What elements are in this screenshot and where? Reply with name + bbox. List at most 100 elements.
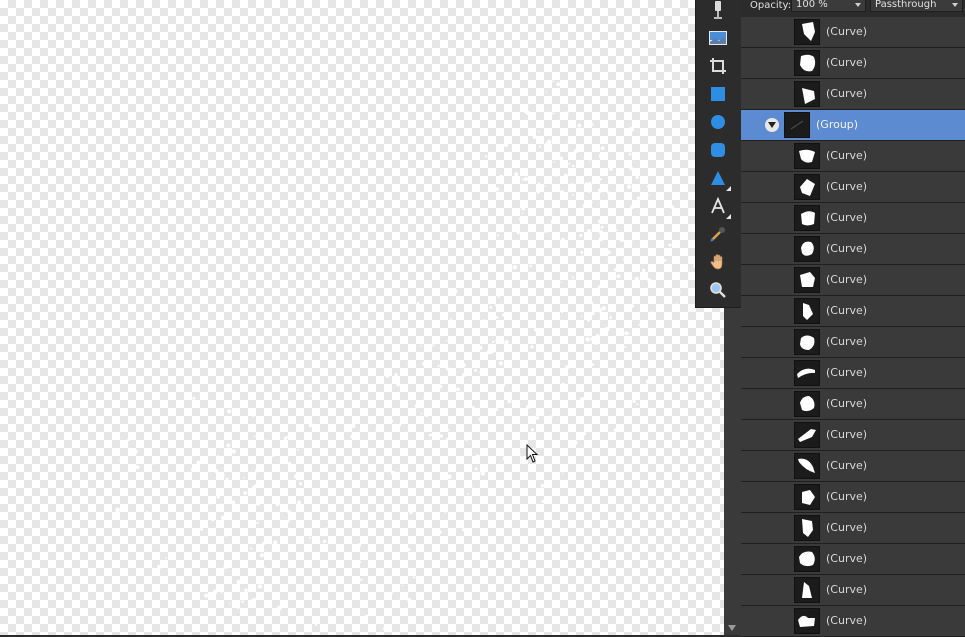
layers-list: (Curve) (Curve) (Curve) (Group) (Curve) (Curv… bbox=[741, 17, 965, 637]
artwork-fragment bbox=[228, 602, 231, 605]
artwork-fragment bbox=[632, 399, 636, 404]
mouse-cursor-icon bbox=[526, 444, 539, 463]
layer-name: (Curve) bbox=[826, 180, 868, 193]
layer-row[interactable]: (Curve) bbox=[741, 265, 965, 296]
artwork-fragment bbox=[424, 571, 427, 574]
artwork-fragment bbox=[598, 153, 604, 159]
artwork-fragment bbox=[494, 304, 497, 307]
artwork-fragment bbox=[660, 179, 665, 184]
artwork-fragment bbox=[407, 598, 412, 603]
artwork-fragment bbox=[308, 422, 314, 428]
artwork-fragment bbox=[526, 404, 531, 409]
artwork-fragment bbox=[636, 196, 641, 200]
artwork-fragment bbox=[564, 111, 569, 116]
layer-row[interactable]: (Curve) bbox=[741, 544, 965, 575]
layer-row[interactable]: (Curve) bbox=[741, 482, 965, 513]
layer-row[interactable]: (Curve) bbox=[741, 575, 965, 606]
layer-thumbnail bbox=[794, 50, 820, 76]
layer-name: (Curve) bbox=[826, 211, 868, 224]
artwork-fragment bbox=[648, 194, 650, 196]
artwork-fragment bbox=[636, 403, 639, 406]
layer-row[interactable]: (Curve) bbox=[741, 17, 965, 48]
artwork-fragment bbox=[495, 339, 498, 342]
artwork-fragment bbox=[296, 462, 298, 464]
artwork-fragment bbox=[450, 230, 453, 233]
triangle-tool-icon[interactable] bbox=[705, 165, 731, 191]
artwork-fragment bbox=[391, 592, 394, 595]
rounded-rectangle-tool-icon[interactable] bbox=[705, 137, 731, 163]
artwork-fragment bbox=[521, 178, 524, 181]
layer-row[interactable]: (Curve) bbox=[741, 451, 965, 482]
scroll-down-arrow-icon[interactable] bbox=[728, 625, 736, 631]
layer-row[interactable]: (Curve) bbox=[741, 513, 965, 544]
artwork-fragment bbox=[223, 564, 228, 569]
color-picker-tool-icon[interactable] bbox=[705, 221, 731, 247]
artwork-fragment bbox=[145, 499, 147, 501]
artwork-fragment bbox=[581, 254, 583, 256]
artwork-fragment bbox=[422, 361, 427, 367]
artwork-fragment bbox=[561, 382, 566, 388]
opacity-dropdown[interactable]: 100 % bbox=[791, 0, 866, 12]
layer-row-group[interactable]: (Group) bbox=[741, 110, 965, 141]
artwork-fragment bbox=[559, 190, 565, 196]
artwork-fragment bbox=[521, 212, 524, 215]
layer-row[interactable]: (Curve) bbox=[741, 234, 965, 265]
artwork-fragment bbox=[648, 236, 650, 238]
artwork-fragment bbox=[592, 125, 594, 127]
layer-row[interactable]: (Curve) bbox=[741, 203, 965, 234]
artwork-fragment bbox=[478, 417, 482, 421]
layer-name: (Curve) bbox=[826, 397, 868, 410]
layer-row[interactable]: (Curve) bbox=[741, 389, 965, 420]
layer-row[interactable]: (Curve) bbox=[741, 420, 965, 451]
layer-row[interactable]: (Curve) bbox=[741, 172, 965, 203]
layer-thumbnail bbox=[794, 205, 820, 231]
zoom-tool-icon[interactable] bbox=[705, 277, 731, 303]
layer-row[interactable]: (Curve) bbox=[741, 141, 965, 172]
artwork-fragment bbox=[489, 306, 493, 309]
layer-row[interactable]: (Curve) bbox=[741, 606, 965, 637]
artwork-fragment bbox=[536, 190, 540, 194]
layer-row[interactable]: (Curve) bbox=[741, 296, 965, 327]
canvas[interactable] bbox=[0, 0, 724, 635]
crop-tool-icon[interactable] bbox=[705, 53, 731, 79]
artwork-fragment bbox=[489, 350, 493, 354]
artwork-fragment bbox=[216, 523, 218, 526]
artwork-fragment bbox=[670, 205, 675, 210]
layer-row[interactable]: (Curve) bbox=[741, 358, 965, 389]
artwork-fragment bbox=[525, 110, 530, 116]
artwork-fragment bbox=[590, 337, 595, 341]
artwork-fragment bbox=[604, 331, 607, 334]
artwork-fragment bbox=[417, 420, 421, 424]
artwork-fragment bbox=[474, 467, 478, 471]
artwork-fragment bbox=[585, 337, 590, 342]
artwork-fragment bbox=[351, 423, 356, 429]
rectangle-tool-icon[interactable] bbox=[705, 81, 731, 107]
layer-name: (Curve) bbox=[826, 304, 868, 317]
artwork-fragment bbox=[385, 373, 390, 378]
expand-collapse-icon[interactable] bbox=[765, 118, 779, 132]
pointer-tool-icon[interactable] bbox=[705, 0, 731, 23]
ellipse-tool-icon[interactable] bbox=[705, 109, 731, 135]
layer-row[interactable]: (Curve) bbox=[741, 48, 965, 79]
artwork-fragment bbox=[513, 480, 518, 484]
artwork-fragment bbox=[410, 604, 414, 607]
blend-mode-value: Passthrough bbox=[875, 0, 937, 10]
artwork-fragment bbox=[680, 217, 683, 221]
blend-mode-dropdown[interactable]: Passthrough bbox=[870, 0, 963, 12]
place-image-tool-icon[interactable] bbox=[705, 25, 731, 51]
artwork-fragment bbox=[320, 513, 323, 515]
artwork-fragment bbox=[231, 449, 236, 454]
artwork-fragment bbox=[590, 206, 593, 209]
layer-row[interactable]: (Curve) bbox=[741, 327, 965, 358]
artwork-fragment bbox=[515, 113, 518, 116]
artwork-fragment bbox=[394, 373, 398, 377]
artwork-fragment bbox=[133, 449, 138, 454]
canvas-vertical-scrollbar[interactable] bbox=[724, 308, 741, 635]
text-tool-icon[interactable] bbox=[705, 193, 731, 219]
artwork-fragment bbox=[549, 209, 553, 213]
layer-row[interactable]: (Curve) bbox=[741, 79, 965, 110]
artwork-fragment bbox=[571, 459, 576, 463]
hand-tool-icon[interactable] bbox=[705, 249, 731, 275]
artwork-fragment bbox=[242, 477, 245, 479]
artwork-fragment bbox=[507, 399, 512, 404]
